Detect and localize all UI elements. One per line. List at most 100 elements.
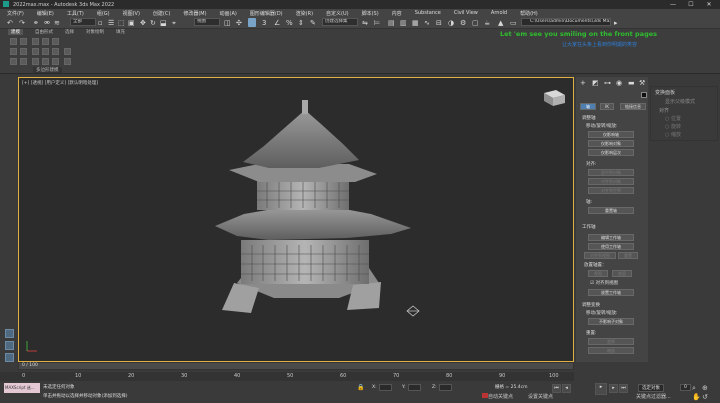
- ribbon-button[interactable]: [10, 38, 17, 45]
- coord-y-field[interactable]: [407, 384, 422, 391]
- ribbon-tab-selection[interactable]: 选择: [65, 29, 74, 35]
- viewport-layout-button[interactable]: [5, 353, 14, 362]
- autokey-label[interactable]: 自动关键点: [488, 393, 513, 400]
- layer-explorer-icon[interactable]: ▥: [400, 19, 407, 27]
- prev-frame-button[interactable]: ◂: [562, 384, 571, 393]
- ribbon-tab-modeling[interactable]: 建模: [8, 29, 23, 35]
- ribbon-tab-populate[interactable]: 填充: [116, 29, 125, 35]
- coord-z-field[interactable]: [438, 384, 453, 391]
- spinner-snap-icon[interactable]: ⇕: [298, 19, 304, 27]
- menu-substance[interactable]: Substance: [415, 10, 441, 16]
- current-frame-field[interactable]: 0: [680, 384, 691, 391]
- ribbon-button[interactable]: [32, 38, 39, 45]
- reset-working-pivot-button[interactable]: 重置: [618, 252, 638, 259]
- reset-pivot-button[interactable]: 重置轴: [588, 207, 634, 214]
- align-to-view-checkbox[interactable]: ☑ 对齐到视图: [590, 280, 618, 286]
- ribbon-button[interactable]: [42, 38, 49, 45]
- link-icon[interactable]: ⚭: [33, 19, 39, 27]
- selected-dropdown[interactable]: 选定对象: [636, 384, 664, 392]
- maximize-button[interactable]: ☐: [682, 0, 700, 9]
- menu-file[interactable]: 文件(F): [7, 10, 24, 17]
- play-button[interactable]: ▸: [595, 383, 607, 395]
- tab-link-info[interactable]: 链接信息: [620, 103, 646, 110]
- track-bar[interactable]: 0 10 20 30 40 50 60 70 80 90 100: [0, 372, 574, 381]
- menu-customize[interactable]: 自定义(U): [326, 10, 349, 17]
- time-slider[interactable]: 0 / 100: [18, 362, 574, 370]
- poly-modeling-label[interactable]: 多边形建模: [33, 67, 62, 73]
- ribbon-button[interactable]: [20, 58, 27, 65]
- menu-civil-view[interactable]: Civil View: [454, 10, 478, 16]
- reset-transform-button[interactable]: 变换: [588, 338, 634, 345]
- maxscript-listener[interactable]: MAXScript 迷...: [4, 383, 40, 393]
- material-editor-icon[interactable]: ◑: [448, 19, 454, 27]
- ribbon-button[interactable]: [42, 48, 49, 55]
- edit-working-pivot-button[interactable]: 编辑工作轴: [588, 234, 634, 241]
- lock-selection-icon[interactable]: 🔒: [357, 384, 364, 391]
- angle-snap-icon[interactable]: ∠: [274, 19, 280, 27]
- affect-hierarchy-only-button[interactable]: 仅影响层次: [588, 149, 634, 156]
- ribbon-button[interactable]: [32, 58, 39, 65]
- snaps-toggle-icon[interactable]: 3: [262, 19, 266, 27]
- ribbon-button[interactable]: [52, 48, 59, 55]
- menu-create[interactable]: 创建(C): [153, 10, 170, 17]
- use-working-pivot-button[interactable]: 使用工作轴: [588, 243, 634, 250]
- menu-group[interactable]: 组(G): [97, 10, 110, 17]
- render-icon[interactable]: ☕: [484, 19, 490, 27]
- goto-end-button[interactable]: ⏭: [619, 384, 628, 393]
- reference-coord-dropdown[interactable]: 视图: [194, 18, 220, 26]
- edit-named-sets-icon[interactable]: ✎: [310, 19, 316, 27]
- place-working-pivot-button[interactable]: 放置工作轴: [588, 289, 634, 296]
- radio-rotation[interactable]: ○ 旋转: [665, 123, 681, 130]
- ribbon-tab-freeform[interactable]: 自由形式: [35, 29, 53, 35]
- window-crossing-icon[interactable]: ▣: [128, 19, 135, 27]
- menu-modifiers[interactable]: 修改器(M): [183, 10, 206, 17]
- select-object-icon[interactable]: ▫: [98, 19, 103, 27]
- ribbon-tab-object-paint[interactable]: 对象绘制: [86, 29, 104, 35]
- menu-help[interactable]: 帮助(H): [520, 10, 538, 17]
- named-selection-dropdown[interactable]: 创建选择集: [322, 18, 358, 26]
- menu-arnold[interactable]: Arnold: [491, 10, 507, 16]
- create-tab-icon[interactable]: +: [580, 79, 586, 87]
- align-icon[interactable]: ⊨: [374, 19, 380, 27]
- ribbon-toggle-icon[interactable]: ▦: [412, 19, 419, 27]
- next-frame-button[interactable]: ▸: [609, 384, 618, 393]
- ribbon-button[interactable]: [10, 48, 17, 55]
- selected-dropdown-value[interactable]: 选定对象: [638, 384, 664, 392]
- ribbon-button[interactable]: [64, 58, 71, 65]
- align-to-view-button[interactable]: 对齐到视图: [584, 252, 616, 259]
- ribbon-button[interactable]: [52, 58, 59, 65]
- motion-tab-icon[interactable]: ◉: [616, 79, 622, 87]
- working-pivot-title[interactable]: 工作轴: [582, 224, 596, 230]
- display-tab-icon[interactable]: ▬: [628, 79, 635, 87]
- tab-pivot[interactable]: 轴: [580, 103, 596, 110]
- browse-icon[interactable]: ▸: [614, 19, 618, 27]
- curve-editor-icon[interactable]: ∿: [424, 19, 430, 27]
- menu-scripting[interactable]: 脚本(S): [362, 10, 379, 17]
- align-to-world-button[interactable]: 对齐到世界: [588, 187, 634, 194]
- render-frame-icon[interactable]: ▢: [472, 19, 479, 27]
- set-key-label[interactable]: 设置关键点: [528, 393, 553, 400]
- radio-position[interactable]: ○ 位置: [665, 115, 681, 122]
- ribbon-button[interactable]: [20, 48, 27, 55]
- menu-rendering[interactable]: 渲染(R): [296, 10, 313, 17]
- ribbon-button[interactable]: [64, 48, 71, 55]
- zoom-icon[interactable]: ⌕: [692, 384, 696, 393]
- modify-tab-icon[interactable]: ◩: [592, 79, 599, 87]
- select-place-icon[interactable]: ⌖: [172, 19, 176, 27]
- percent-snap-icon[interactable]: %: [286, 19, 293, 27]
- current-frame[interactable]: 0: [678, 384, 691, 392]
- zoom-all-icon[interactable]: ⊕: [702, 384, 708, 392]
- select-manipulate-icon[interactable]: ✣: [236, 19, 242, 27]
- color-swatch[interactable]: [641, 92, 647, 98]
- pan-icon[interactable]: ✋: [692, 393, 701, 401]
- ribbon-button[interactable]: [42, 58, 49, 65]
- select-move-icon[interactable]: ✥: [140, 19, 146, 27]
- select-rotate-icon[interactable]: ↻: [150, 19, 156, 27]
- side-panel-item[interactable]: 显示父级模式: [665, 98, 695, 105]
- select-scale-icon[interactable]: ⬓: [160, 19, 167, 27]
- ribbon-button[interactable]: [32, 48, 39, 55]
- goto-start-button[interactable]: ⏮: [552, 384, 561, 393]
- menu-graph-editors[interactable]: 图形编辑器(D): [250, 10, 283, 17]
- pivot-gizmo[interactable]: [406, 305, 420, 317]
- coord-x-field[interactable]: [378, 384, 393, 391]
